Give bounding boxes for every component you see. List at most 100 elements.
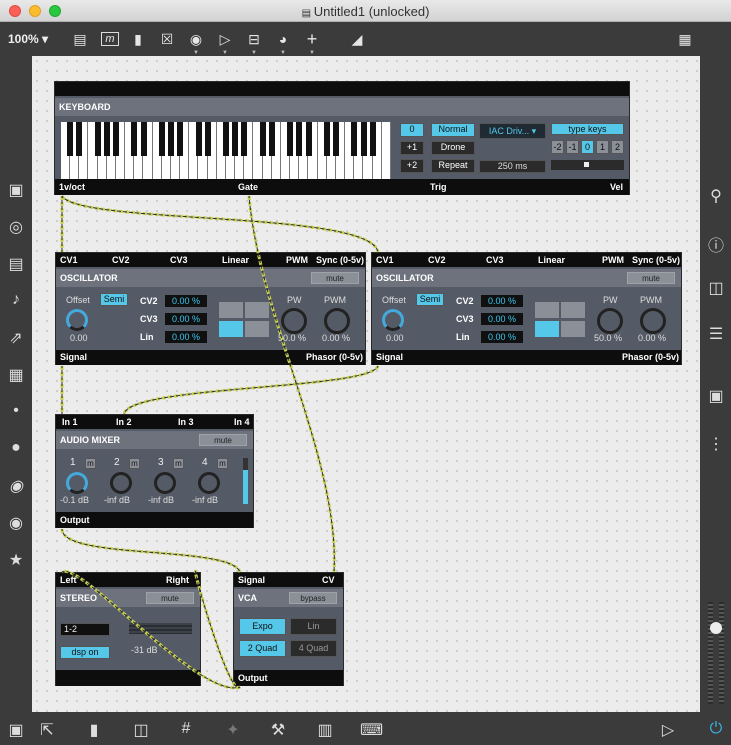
channel-mute-button[interactable]: m xyxy=(129,458,140,469)
repeat-time-field[interactable]: 250 ms xyxy=(479,160,546,173)
channel-gain-dial[interactable] xyxy=(110,472,132,494)
piano-black-key[interactable] xyxy=(168,122,174,156)
dsp-on-button[interactable]: dsp on xyxy=(60,646,110,659)
octave-select-button[interactable]: -1 xyxy=(566,140,579,154)
output-trig[interactable]: Trig xyxy=(430,179,447,195)
mode-normal-button[interactable]: Normal xyxy=(431,123,475,137)
piano-black-key[interactable] xyxy=(195,122,202,156)
mode-drone-button[interactable]: Drone xyxy=(431,141,475,155)
stereo-input-left[interactable]: Left xyxy=(60,573,77,587)
input-cv3[interactable]: CV3 xyxy=(486,253,504,267)
vca-bypass-button[interactable]: bypass xyxy=(289,592,337,604)
expo-button[interactable]: Expo xyxy=(239,618,286,635)
square-wave-button[interactable] xyxy=(245,321,269,337)
output-signal[interactable]: Signal xyxy=(376,350,403,365)
cv3-number[interactable]: 0.00 % xyxy=(165,313,207,325)
image-icon[interactable]: ▦ xyxy=(6,365,26,385)
package-icon[interactable]: ▣ xyxy=(6,180,26,200)
octave-up2-button[interactable]: +2 xyxy=(400,159,424,173)
button-object-icon[interactable]: ◉ xyxy=(187,31,205,47)
pwm-dial[interactable] xyxy=(640,308,666,334)
reference-book-icon[interactable]: ◫ xyxy=(706,278,726,298)
pwm-dial[interactable] xyxy=(324,308,350,334)
mixer-input-3[interactable]: In 3 xyxy=(178,415,194,429)
search-icon[interactable]: ⚲ xyxy=(706,186,726,206)
cv2-number[interactable]: 0.00 % xyxy=(165,295,207,307)
presentation-mode-icon[interactable]: ⇱ xyxy=(37,720,57,740)
piano-black-key[interactable] xyxy=(369,122,376,156)
stereo-input-right[interactable]: Right xyxy=(166,573,189,587)
vca-input-signal[interactable]: Signal xyxy=(238,573,265,587)
mixer-input-2[interactable]: In 2 xyxy=(116,415,132,429)
input-pwm[interactable]: PWM xyxy=(286,253,308,267)
octave-select-button[interactable]: 0 xyxy=(581,140,594,154)
transport-play-icon[interactable]: ▷ xyxy=(658,720,678,740)
vca-output[interactable]: Output xyxy=(238,670,268,686)
target-icon[interactable]: ◎ xyxy=(6,217,26,237)
input-cv1[interactable]: CV1 xyxy=(376,253,394,267)
piano-black-key[interactable] xyxy=(67,122,74,156)
dsp-power-icon[interactable]: ⏻ xyxy=(706,720,726,738)
input-linear[interactable]: Linear xyxy=(222,253,249,267)
channel-mute-button[interactable]: m xyxy=(217,458,228,469)
offset-dial[interactable] xyxy=(66,309,88,331)
grid-icon[interactable]: # xyxy=(176,720,196,738)
zoom-menu[interactable]: 100% ▾ xyxy=(8,32,48,46)
grid-view-icon[interactable]: ▦ xyxy=(676,31,694,47)
lock-icon[interactable]: ▣ xyxy=(6,720,26,740)
piano-black-key[interactable] xyxy=(259,122,266,156)
cv2-number[interactable]: 0.00 % xyxy=(481,295,523,307)
keyboard-icon[interactable]: ⌨ xyxy=(360,720,383,740)
mixer-input-1[interactable]: In 1 xyxy=(62,415,78,429)
toggle-icon[interactable]: ☒ xyxy=(158,31,176,47)
vizzie-icon[interactable]: ◉ xyxy=(6,476,26,496)
piano-black-key[interactable] xyxy=(177,122,184,156)
midi-device-menu[interactable]: IAC Driv... ▾ xyxy=(479,123,546,139)
mixer-mute-button[interactable]: mute xyxy=(199,434,247,446)
slider-icon[interactable]: ⊟ xyxy=(245,31,263,47)
sine-wave-button[interactable] xyxy=(535,302,559,318)
piano-black-key[interactable] xyxy=(296,122,303,156)
channel-gain-dial[interactable] xyxy=(154,472,176,494)
mixer-input-4[interactable]: In 4 xyxy=(234,415,250,429)
piano-black-key[interactable] xyxy=(204,122,211,156)
comment-bubble-icon[interactable]: ▮ xyxy=(84,720,104,740)
snapshot-camera-icon[interactable]: ▣ xyxy=(706,386,726,406)
output-phasor[interactable]: Phasor (0-5v) xyxy=(622,350,679,365)
output-vel[interactable]: Vel xyxy=(610,179,623,195)
piano-black-key[interactable] xyxy=(323,122,330,156)
pw-dial[interactable] xyxy=(281,308,307,334)
triangle-wave-button[interactable] xyxy=(245,302,269,318)
piano-black-key[interactable] xyxy=(131,122,138,156)
piano-black-key[interactable] xyxy=(223,122,229,156)
semi-button[interactable]: Semi xyxy=(100,293,128,306)
favorites-star-icon[interactable]: ★ xyxy=(6,550,26,570)
two-quad-button[interactable]: 2 Quad xyxy=(239,640,286,657)
stereo-mute-button[interactable]: mute xyxy=(146,592,194,604)
piano-black-key[interactable] xyxy=(360,122,367,156)
channel-mute-button[interactable]: m xyxy=(173,458,184,469)
semi-button[interactable]: Semi xyxy=(416,293,444,306)
channel-gain-dial[interactable] xyxy=(198,472,220,494)
square-wave-button[interactable] xyxy=(561,321,585,337)
beap-icon[interactable]: ◉ xyxy=(6,513,26,533)
mute-button[interactable]: mute xyxy=(627,272,675,284)
channel-gain-dial[interactable] xyxy=(66,472,88,494)
channel-mute-button[interactable]: m xyxy=(85,458,96,469)
octave-up-button[interactable]: +1 xyxy=(400,141,424,155)
piano-black-key[interactable] xyxy=(333,122,339,156)
sine-wave-button[interactable] xyxy=(219,302,243,318)
input-cv2[interactable]: CV2 xyxy=(112,253,130,267)
add-object-icon[interactable]: + xyxy=(303,30,321,48)
paint-bucket-icon[interactable]: ◢ xyxy=(348,31,366,47)
playbar-icon[interactable]: ▷ xyxy=(216,31,234,47)
audio-file-icon[interactable]: ⇗ xyxy=(6,328,26,348)
piano-black-key[interactable] xyxy=(232,122,239,156)
output-signal[interactable]: Signal xyxy=(60,350,87,365)
piano-black-key[interactable] xyxy=(287,122,294,156)
offset-dial[interactable] xyxy=(382,309,404,331)
plug-icon[interactable]: ● xyxy=(6,439,26,457)
octave-select-button[interactable]: 2 xyxy=(611,140,624,154)
browser-icon[interactable]: ▤ xyxy=(6,254,26,274)
comment-icon[interactable]: ▮ xyxy=(129,31,147,47)
